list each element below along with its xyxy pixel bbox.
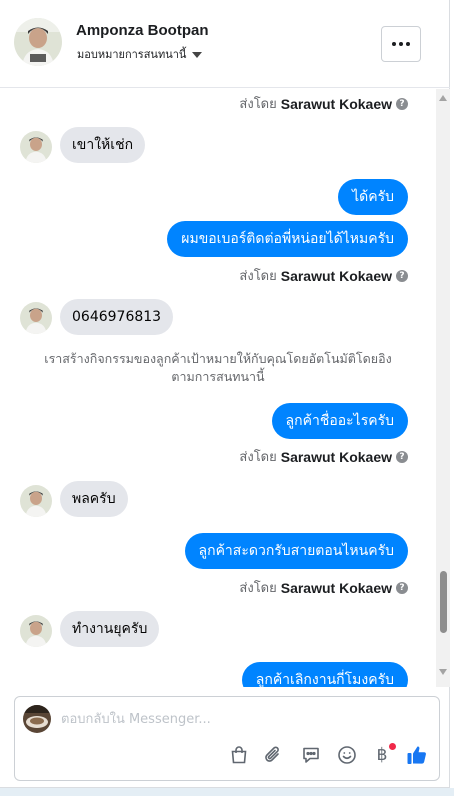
sender-name: Sarawut Kokaew — [280, 95, 392, 112]
shopping-bag-icon[interactable] — [227, 743, 251, 767]
contact-avatar[interactable] — [14, 18, 62, 66]
assign-conversation-label: มอบหมายการสนทนานี้ — [77, 48, 187, 61]
sender-name: Sarawut Kokaew — [280, 448, 392, 465]
contact-avatar-small — [20, 615, 52, 647]
help-icon[interactable]: ? — [396, 581, 408, 594]
notification-dot — [389, 743, 396, 750]
more-dots-icon — [392, 42, 410, 46]
incoming-message[interactable]: 0646976813 — [60, 299, 174, 335]
sent-by-note: ส่งโดย Sarawut Kokaew ? — [239, 446, 408, 467]
incoming-message[interactable]: พลครับ — [60, 481, 128, 517]
assign-conversation-dropdown[interactable]: มอบหมายการสนทนานี้ — [77, 45, 203, 63]
reply-composer: ฿ — [14, 696, 440, 781]
sent-by-note: ส่งโดย Sarawut Kokaew ? — [239, 577, 408, 598]
help-icon[interactable]: ? — [396, 97, 408, 110]
emoji-icon[interactable] — [335, 743, 359, 767]
conversation-panel: Amponza Bootpan มอบหมายการสนทนานี้ ส่งโด… — [0, 0, 450, 788]
thread-scrollbar[interactable] — [436, 89, 450, 687]
help-icon[interactable]: ? — [396, 450, 408, 463]
sent-by-note: ส่งโดย Sarawut Kokaew ? — [239, 93, 408, 114]
scroll-up-arrow-icon[interactable] — [439, 95, 447, 101]
window-bottom-edge — [0, 788, 454, 796]
more-options-button[interactable] — [381, 26, 421, 62]
incoming-message[interactable]: ทำงานยุครับ — [60, 611, 160, 647]
sent-by-note: ส่งโดย Sarawut Kokaew ? — [239, 265, 408, 286]
message-thread[interactable]: ส่งโดย Sarawut Kokaew ? เขาให้เช่ก ได้คร… — [0, 89, 436, 687]
scrollbar-thumb[interactable] — [440, 571, 447, 633]
outgoing-message[interactable]: ผมขอเบอร์ติดต่อพี่หน่อยได้ไหมครับ — [167, 221, 408, 257]
conversation-header: Amponza Bootpan มอบหมายการสนทนานี้ — [0, 0, 450, 88]
sender-name: Sarawut Kokaew — [280, 267, 392, 284]
contact-avatar-small — [20, 485, 52, 517]
outgoing-message[interactable]: ลูกค้าชื่ออะไรครับ — [271, 403, 408, 439]
payment-baht-icon[interactable]: ฿ — [370, 743, 396, 767]
outgoing-message[interactable]: ลูกค้าเลิกงานกี่โมงครับ — [241, 662, 408, 687]
reply-input[interactable] — [61, 709, 421, 729]
contact-avatar-small — [20, 302, 52, 334]
system-note: เราสร้างกิจกรรมของลูกค้าเป้าหมายให้กับคุ… — [44, 351, 392, 384]
contact-avatar-small — [20, 131, 52, 163]
help-icon[interactable]: ? — [396, 269, 408, 282]
sender-name: Sarawut Kokaew — [280, 579, 392, 596]
saved-replies-icon[interactable] — [299, 743, 323, 767]
caret-down-icon — [192, 51, 203, 58]
page-avatar — [23, 705, 51, 733]
outgoing-message[interactable]: ได้ครับ — [338, 179, 408, 215]
scroll-down-arrow-icon[interactable] — [439, 669, 447, 675]
outgoing-message[interactable]: ลูกค้าสะดวกรับสายตอนไหนครับ — [184, 533, 408, 569]
incoming-message[interactable]: เขาให้เช่ก — [60, 127, 146, 163]
contact-name[interactable]: Amponza Bootpan — [76, 22, 209, 39]
like-thumbs-up-icon[interactable] — [405, 743, 429, 767]
paperclip-icon[interactable] — [261, 743, 285, 767]
